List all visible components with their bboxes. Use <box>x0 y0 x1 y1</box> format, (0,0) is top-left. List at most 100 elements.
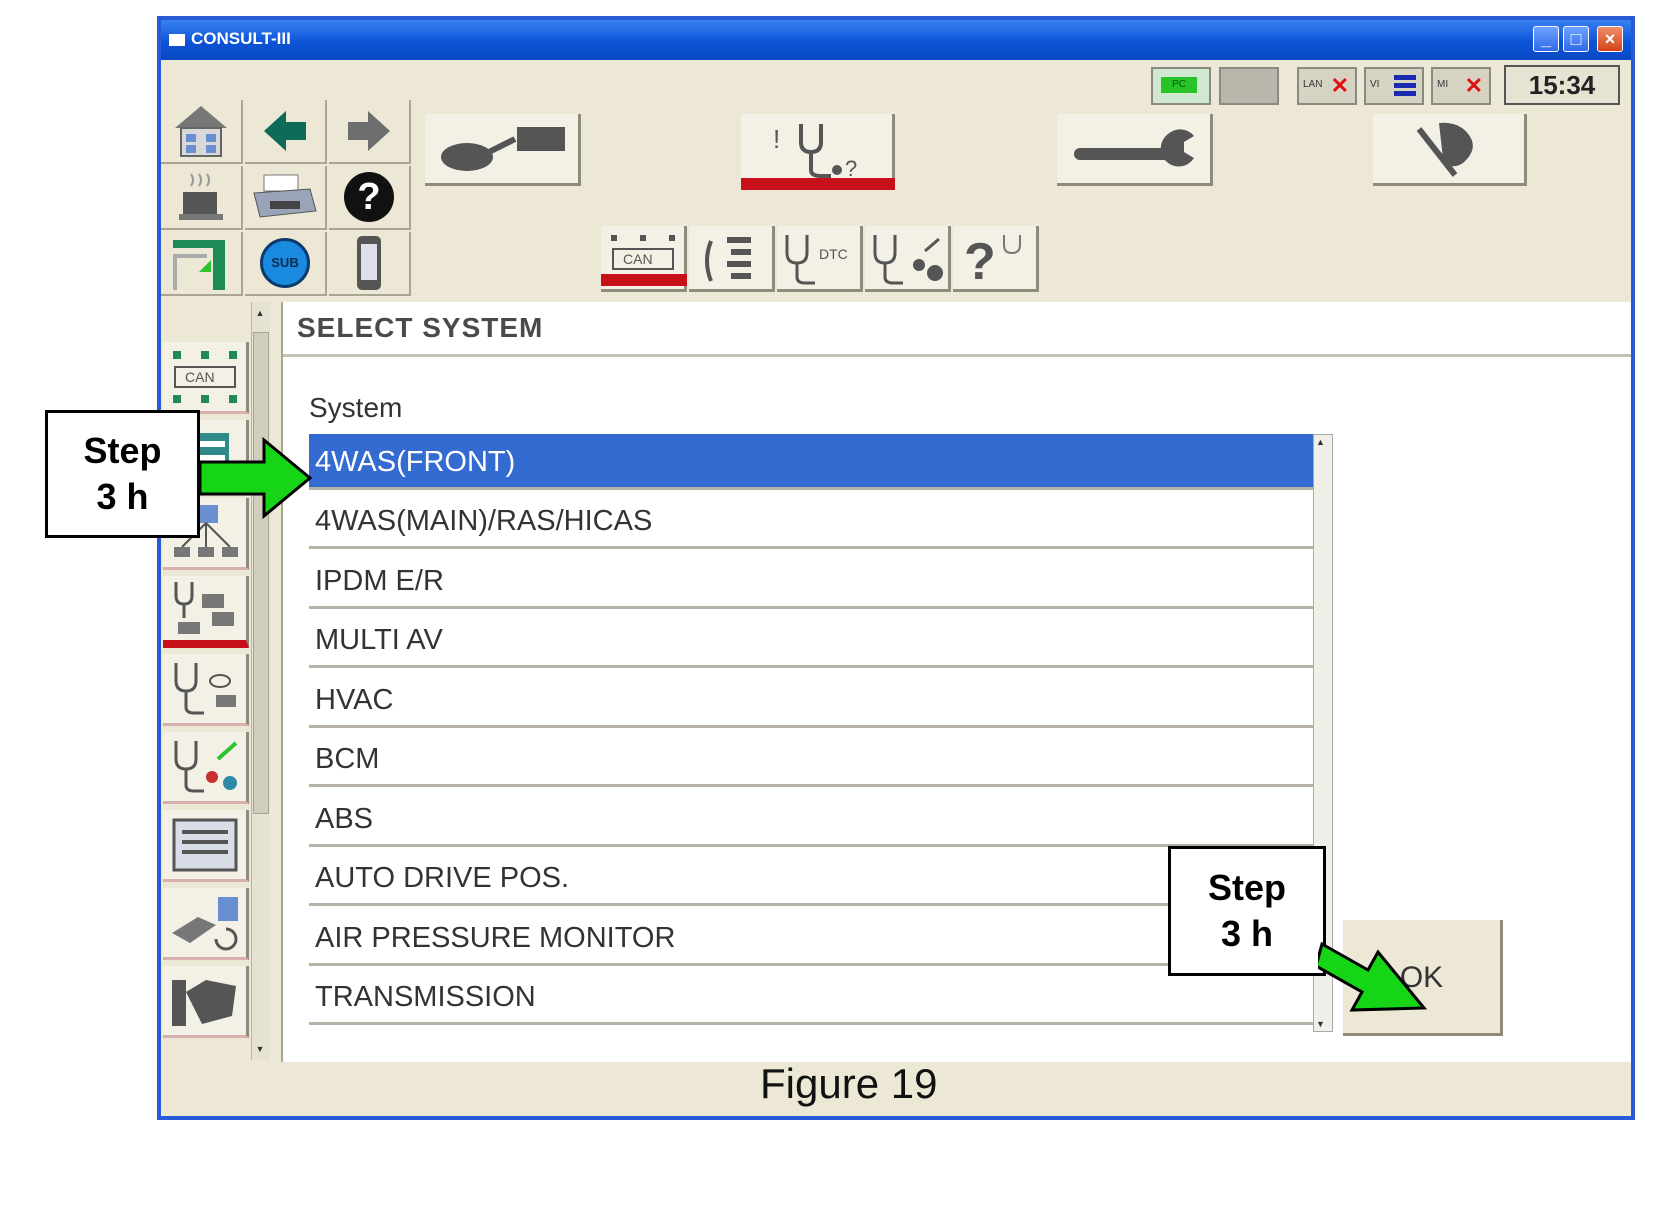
list-item[interactable]: TRANSMISSION <box>309 969 1313 1025</box>
active-submode-indicator <box>601 274 687 286</box>
sub-icon: SUB <box>260 238 310 288</box>
report-screen-icon <box>172 818 237 871</box>
list-item[interactable]: 4WAS(MAIN)/RAS/HICAS <box>309 493 1313 549</box>
scroll-up-icon[interactable]: ▲ <box>1316 437 1325 447</box>
sidebar-item-ecu-update[interactable] <box>163 888 249 960</box>
list-item[interactable]: MULTI AV <box>309 612 1313 668</box>
dtc-button[interactable]: DTC <box>777 226 863 292</box>
figure-caption: Figure 19 <box>760 1060 938 1107</box>
vi-status-indicator: VI <box>1364 67 1424 105</box>
screen-exit-icon <box>173 240 225 290</box>
maximize-button[interactable]: □ <box>1563 26 1589 52</box>
app-icon <box>169 34 185 46</box>
signal-bars-icon <box>1394 75 1416 97</box>
screen-capture-button[interactable] <box>161 166 243 230</box>
forward-button[interactable] <box>329 100 411 164</box>
svg-text:DTC: DTC <box>819 246 848 262</box>
sidebar-item-diagnosis-single[interactable] <box>163 654 249 726</box>
active-mode-indicator <box>741 178 895 190</box>
sidebar-item-can[interactable]: CAN <box>163 342 249 414</box>
close-button[interactable]: × <box>1597 26 1623 52</box>
stethoscope-network-icon <box>174 582 234 634</box>
step-callout-right: Step 3 h <box>1168 846 1326 976</box>
vi-device-button[interactable] <box>329 232 411 296</box>
self-diagnosis-button[interactable] <box>689 226 775 292</box>
back-arrow-icon <box>264 111 306 151</box>
work-support-button[interactable] <box>1057 114 1213 186</box>
vi-label: VI <box>1370 79 1380 90</box>
diagnosis-mode-button[interactable]: ! ? <box>741 114 895 186</box>
stethoscope-ecu-icon <box>174 662 236 714</box>
stethoscope-icon: ! ? <box>773 123 857 180</box>
svg-text:CAN: CAN <box>623 251 653 267</box>
battery-indicator <box>1219 67 1279 105</box>
list-item[interactable]: IPDM E/R <box>309 553 1313 609</box>
list-item[interactable]: HVAC <box>309 672 1313 728</box>
help-icon: ? <box>344 172 394 222</box>
minimize-button[interactable]: _ <box>1533 26 1559 52</box>
car-connect-icon <box>440 126 565 171</box>
lan-status-indicator: LAN ✕ <box>1297 67 1357 105</box>
back-button[interactable] <box>245 100 327 164</box>
vehicle-select-button[interactable] <box>425 114 581 186</box>
svg-text:?: ? <box>964 233 996 285</box>
title-divider <box>283 354 1631 357</box>
home-icon <box>175 106 227 157</box>
data-monitor-button[interactable] <box>865 226 951 292</box>
mi-label: MI <box>1437 79 1449 90</box>
sub-mode-button[interactable]: SUB <box>245 232 327 296</box>
sidebar-item-diagnosis-all[interactable] <box>163 576 249 648</box>
other-function-button[interactable]: ? <box>953 226 1039 292</box>
window-title: CONSULT-III <box>191 29 291 48</box>
sidebar-item-exit[interactable] <box>163 966 249 1038</box>
callout-line2: 3 h <box>96 476 149 517</box>
printer-icon <box>253 174 317 218</box>
list-item[interactable]: AUTO DRIVE POS. <box>309 850 1313 906</box>
sidebar-item-active-test[interactable] <box>163 732 249 804</box>
exit-button[interactable] <box>1373 114 1527 186</box>
stethoscope-test-icon <box>174 740 237 792</box>
svg-text:!: ! <box>773 124 780 154</box>
sidebar-scroll-up-icon[interactable]: ▲ <box>253 306 267 320</box>
list-item[interactable]: 4WAS(FRONT) <box>309 434 1313 490</box>
page-title: SELECT SYSTEM <box>297 312 544 343</box>
disconnected-icon: ✕ <box>1330 73 1349 98</box>
list-item[interactable]: BCM <box>309 731 1313 787</box>
system-list: 4WAS(FRONT) 4WAS(MAIN)/RAS/HICAS IPDM E/… <box>309 434 1313 1030</box>
stethoscope-monitor-icon <box>873 234 943 284</box>
stethoscope-dtc-icon: DTC <box>785 234 848 284</box>
green-arrow-down-right-icon <box>1318 941 1428 1012</box>
help-button[interactable]: ? <box>329 166 411 230</box>
system-column-header: System <box>309 392 403 423</box>
sidebar-item-report[interactable] <box>163 810 249 882</box>
home-button[interactable] <box>161 100 243 164</box>
can-network-icon: CAN <box>172 350 237 403</box>
list-item[interactable]: AIR PRESSURE MONITOR <box>309 910 1313 966</box>
disconnected-icon: ✕ <box>1464 73 1483 98</box>
scroll-down-icon[interactable]: ▼ <box>1316 1019 1325 1029</box>
title-bar[interactable]: CONSULT-III _ □ × <box>161 20 1631 60</box>
clock: 15:34 <box>1504 65 1620 105</box>
step-callout-left: Step 3 h <box>45 410 200 538</box>
sidebar-scroll-thumb[interactable] <box>253 332 269 814</box>
pc-status-indicator: PC <box>1151 67 1211 105</box>
green-arrow-right-icon <box>198 436 313 520</box>
disconnect-icon <box>1416 122 1473 177</box>
callout-line1: Step <box>83 430 162 471</box>
callout-line1: Step <box>1207 867 1286 908</box>
callout-line2: 3 h <box>1220 913 1273 954</box>
vi-device-icon <box>357 236 381 290</box>
list-scan-icon <box>704 236 751 282</box>
sidebar-scroll-down-icon[interactable]: ▼ <box>253 1042 267 1056</box>
mi-status-indicator: MI ✕ <box>1431 67 1491 105</box>
svg-text:?: ? <box>845 156 857 180</box>
svg-text:CAN: CAN <box>185 369 215 385</box>
ecu-reprogram-button[interactable] <box>161 232 243 296</box>
print-button[interactable] <box>245 166 327 230</box>
forward-arrow-icon <box>348 111 390 151</box>
question-stethoscope-icon: ? <box>964 233 1021 285</box>
lan-label: LAN <box>1303 79 1323 90</box>
exit-door-icon <box>171 979 236 1026</box>
list-item[interactable]: ABS <box>309 791 1313 847</box>
wrench-icon <box>1073 128 1194 166</box>
